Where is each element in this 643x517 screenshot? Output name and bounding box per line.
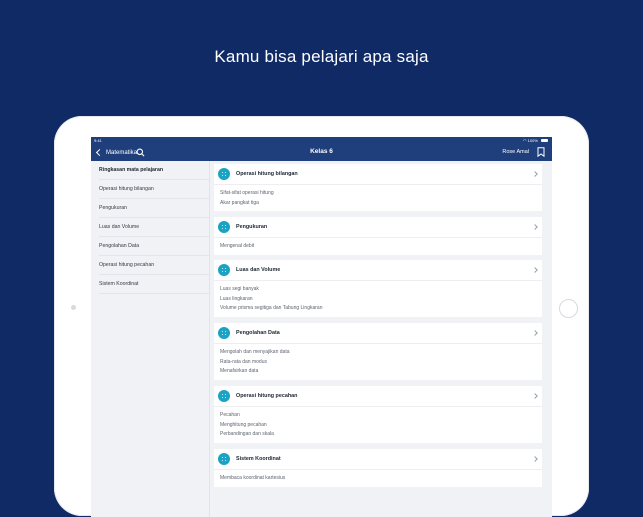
- back-button[interactable]: Matematika: [95, 147, 137, 158]
- hero-title: Kamu bisa pelajari apa saja: [214, 47, 429, 66]
- chevron-right-icon: [532, 330, 538, 336]
- topic-icon: [218, 221, 230, 233]
- home-button[interactable]: [559, 299, 578, 318]
- subtopic-item[interactable]: Menafsirkan data: [220, 367, 542, 377]
- topic-card-operasi-hitung-bilangan: Operasi hitung bilangan Sifat-sifat oper…: [214, 164, 542, 211]
- topic-card-luas-dan-volume: Luas dan Volume Luas segi banyak Luas li…: [214, 260, 542, 317]
- back-label: Matematika: [106, 149, 138, 156]
- subtopic-item[interactable]: Perbandingan dan skala: [220, 430, 542, 440]
- topic-card-title: Operasi hitung bilangan: [236, 171, 298, 177]
- topic-icon: [218, 264, 230, 276]
- subtopic-item[interactable]: Akar pangkat tiga: [220, 199, 542, 209]
- subtopic-item[interactable]: Sifat-sifat operasi hitung: [220, 189, 542, 199]
- topic-card-title: Pengukuran: [236, 224, 268, 230]
- sidebar-item-operasi-hitung-bilangan[interactable]: Operasi hitung bilangan: [99, 180, 209, 199]
- subtopic-item[interactable]: Luas segi banyak: [220, 285, 542, 295]
- sidebar-item-label: Sistem Koordinat: [99, 281, 139, 287]
- sidebar: Ringkasan mata pelajaran Operasi hitung …: [91, 161, 210, 517]
- battery-icon: [541, 139, 548, 143]
- sidebar-item-label: Luas dan Volume: [99, 224, 140, 230]
- subtopic-item[interactable]: Mengenal debit: [220, 242, 542, 252]
- topic-card-header[interactable]: Pengolahan Data: [214, 323, 542, 344]
- bookmark-icon[interactable]: [537, 147, 545, 157]
- subtopic-item[interactable]: Membaca koordinat kartesius: [220, 474, 542, 484]
- search-icon[interactable]: [136, 148, 145, 157]
- chevron-left-icon: [95, 148, 104, 157]
- battery-label: 100%: [527, 138, 538, 143]
- topic-card-operasi-hitung-pecahan: Operasi hitung pecahan Pecahan Menghitun…: [214, 386, 542, 443]
- sidebar-item-ringkasan[interactable]: Ringkasan mata pelajaran: [99, 161, 209, 180]
- subtopic-item[interactable]: Mengolah dan menyajikan data: [220, 348, 542, 358]
- topic-card-pengolahan-data: Pengolahan Data Mengolah dan menyajikan …: [214, 323, 542, 380]
- topic-icon: [218, 327, 230, 339]
- topic-card-body: Pecahan Menghitung pecahan Perbandingan …: [214, 407, 542, 443]
- user-name[interactable]: Rose Amal: [502, 149, 529, 155]
- topic-card-body: Sifat-sifat operasi hitung Akar pangkat …: [214, 185, 542, 211]
- chevron-right-icon: [532, 456, 538, 462]
- topic-icon: [218, 453, 230, 465]
- sidebar-item-label: Operasi hitung pecahan: [99, 262, 155, 268]
- topic-card-title: Pengolahan Data: [236, 330, 280, 336]
- sidebar-item-sistem-koordinat[interactable]: Sistem Koordinat: [99, 275, 209, 294]
- chevron-right-icon: [532, 267, 538, 273]
- topic-card-body: Mengenal debit: [214, 238, 542, 255]
- sidebar-item-operasi-hitung-pecahan[interactable]: Operasi hitung pecahan: [99, 256, 209, 275]
- topic-card-pengukuran: Pengukuran Mengenal debit: [214, 217, 542, 255]
- sidebar-item-label: Ringkasan mata pelajaran: [99, 167, 164, 173]
- topic-card-header[interactable]: Pengukuran: [214, 217, 542, 238]
- subtopic-item[interactable]: Menghitung pecahan: [220, 421, 542, 431]
- wifi-icon: ◠: [523, 138, 527, 143]
- sidebar-item-pengolahan-data[interactable]: Pengolahan Data: [99, 237, 209, 256]
- topic-card-title: Sistem Koordinat: [236, 456, 281, 462]
- page-title: Kelas 6: [310, 148, 333, 155]
- topic-icon: [218, 390, 230, 402]
- sidebar-item-label: Pengolahan Data: [99, 243, 140, 249]
- subtopic-item[interactable]: Volume prisma segitiga dan Tabung Lingka…: [220, 304, 542, 314]
- topic-card-header[interactable]: Sistem Koordinat: [214, 449, 542, 470]
- topic-card-body: Mengolah dan menyajikan data Rata-rata d…: [214, 344, 542, 380]
- sidebar-item-label: Operasi hitung bilangan: [99, 186, 154, 192]
- topic-list: Operasi hitung bilangan Sifat-sifat oper…: [209, 161, 552, 517]
- sidebar-item-luas-dan-volume[interactable]: Luas dan Volume: [99, 218, 209, 237]
- subtopic-item[interactable]: Luas lingkaran: [220, 295, 542, 305]
- topic-card-title: Luas dan Volume: [236, 267, 281, 273]
- subtopic-item[interactable]: Pecahan: [220, 411, 542, 421]
- status-bar: 9:41 ◠ 100%: [91, 137, 552, 144]
- topic-card-header[interactable]: Operasi hitung bilangan: [214, 164, 542, 185]
- nav-bar: Matematika Kelas 6 Rose Amal: [91, 144, 552, 161]
- status-time: 9:41: [94, 138, 102, 143]
- subtopic-item[interactable]: Rata-rata dan modus: [220, 358, 542, 368]
- tablet-frame: 9:41 ◠ 100% Matematika Kelas 6 Rose Amal: [54, 116, 589, 517]
- topic-card-body: Luas segi banyak Luas lingkaran Volume p…: [214, 281, 542, 317]
- topic-card-sistem-koordinat: Sistem Koordinat Membaca koordinat karte…: [214, 449, 542, 487]
- tablet-camera: [71, 305, 76, 310]
- chevron-right-icon: [532, 171, 538, 177]
- sidebar-item-label: Pengukuran: [99, 205, 127, 211]
- chevron-right-icon: [532, 224, 538, 230]
- topic-card-title: Operasi hitung pecahan: [236, 393, 298, 399]
- sidebar-item-pengukuran[interactable]: Pengukuran: [99, 199, 209, 218]
- status-icons: ◠ 100%: [523, 138, 548, 143]
- chevron-right-icon: [532, 393, 538, 399]
- app-screen: 9:41 ◠ 100% Matematika Kelas 6 Rose Amal: [91, 137, 552, 517]
- topic-icon: [218, 168, 230, 180]
- topic-card-header[interactable]: Luas dan Volume: [214, 260, 542, 281]
- topic-card-header[interactable]: Operasi hitung pecahan: [214, 386, 542, 407]
- topic-card-body: Membaca koordinat kartesius: [214, 470, 542, 487]
